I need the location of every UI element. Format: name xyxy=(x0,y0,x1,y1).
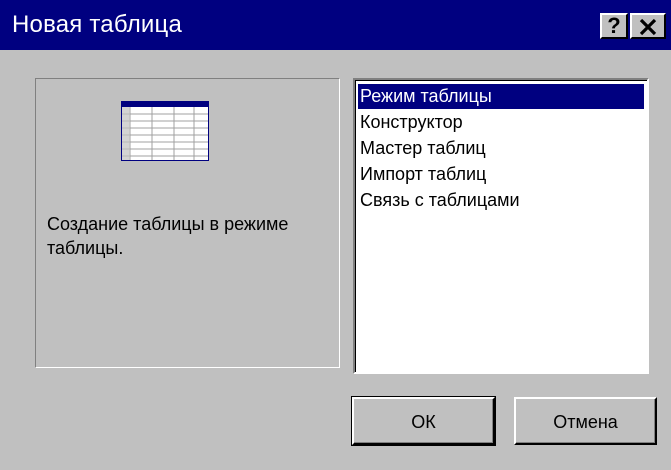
datasheet-table-icon xyxy=(121,101,209,161)
help-button[interactable]: ? xyxy=(600,13,628,39)
list-item-design-view[interactable]: Конструктор xyxy=(358,110,644,135)
close-icon xyxy=(639,18,657,36)
cancel-button[interactable]: Отмена xyxy=(514,397,657,445)
close-button[interactable] xyxy=(630,13,666,39)
title-bar[interactable]: Новая таблица ? xyxy=(0,0,671,50)
ok-button[interactable]: ОК xyxy=(351,396,496,446)
window-title: Новая таблица xyxy=(12,11,183,38)
mode-description: Создание таблицы в режиме таблицы. xyxy=(47,214,289,258)
preview-panel: Создание таблицы в режиме таблицы. xyxy=(35,78,340,368)
table-mode-list[interactable]: Режим таблицы Конструктор Мастер таблиц … xyxy=(353,78,649,374)
list-item-table-wizard[interactable]: Мастер таблиц xyxy=(358,136,644,161)
new-table-dialog: Новая таблица ? Создание таблицы в режим… xyxy=(0,0,671,470)
list-item-datasheet-view[interactable]: Режим таблицы xyxy=(358,84,644,109)
list-item-link-table[interactable]: Связь с таблицами xyxy=(358,188,644,213)
list-item-import-table[interactable]: Импорт таблиц xyxy=(358,162,644,187)
